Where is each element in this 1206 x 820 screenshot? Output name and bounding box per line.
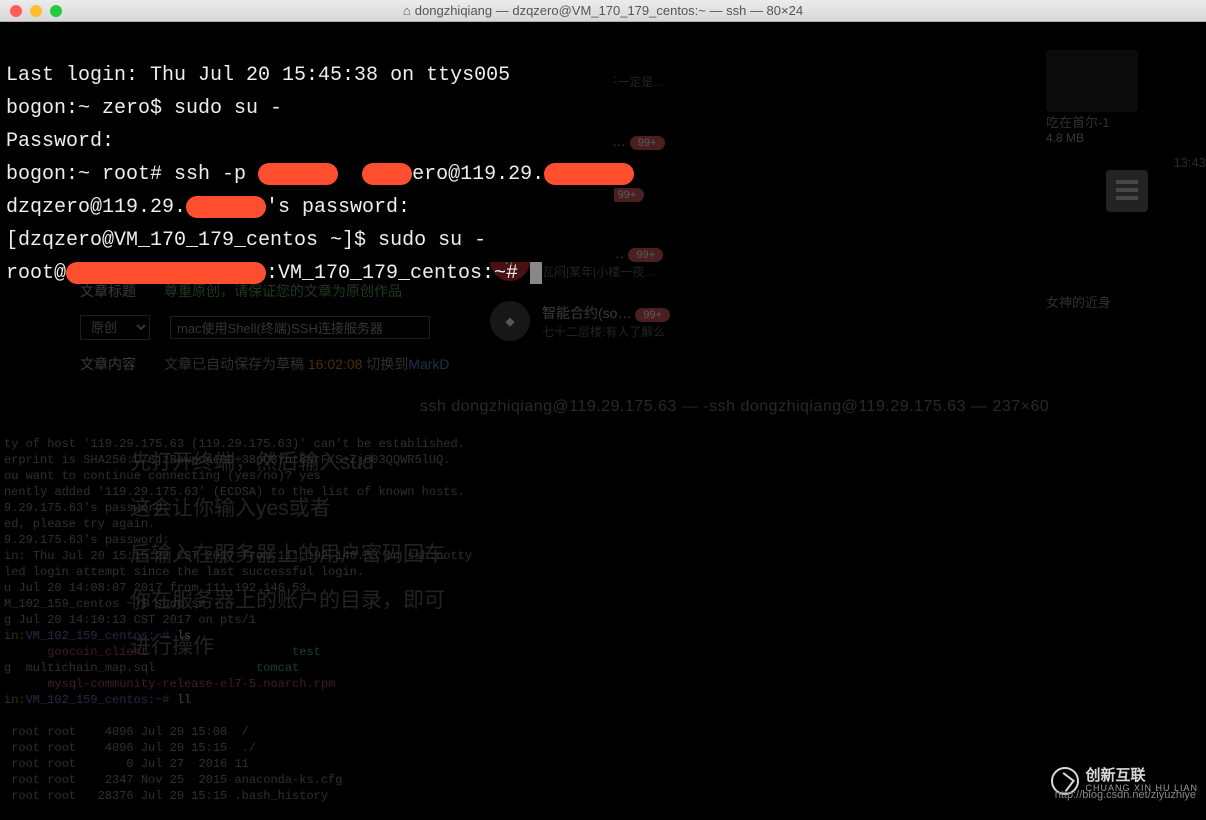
- home-icon: ⌂: [403, 3, 411, 18]
- terminal-line: dzqzero@119.29.'s password:: [6, 196, 410, 219]
- bg-terminal: ty of host '119.29.175.63 (119.29.175.63…: [0, 420, 680, 803]
- terminal-line: bogon:~ zero$ sudo su -: [6, 97, 282, 120]
- thumbnail[interactable]: [1046, 50, 1138, 112]
- list-item[interactable]: ◆ 智能合约(so… 99+七十二层楼:有人了解么: [490, 301, 820, 341]
- ssh-session-line: ssh dongzhiqiang@119.29.175.63 — -ssh do…: [420, 398, 1049, 416]
- redacted: [66, 262, 266, 284]
- terminal-line: root@:VM_170_179_centos:~#: [6, 262, 542, 285]
- content-label: 文章内容: [80, 354, 144, 374]
- url-watermark: http://blog.csdn.net/ziyuzhiye: [1055, 789, 1196, 801]
- redacted: [258, 163, 338, 185]
- hamburger-icon[interactable]: [1106, 170, 1148, 212]
- post-title-input[interactable]: [170, 316, 430, 339]
- window-title: ⌂dongzhiqiang — dzqzero@VM_170_179_cento…: [0, 3, 1206, 18]
- avatar: ◆: [490, 301, 530, 341]
- redacted: [186, 196, 266, 218]
- window-titlebar: ⌂dongzhiqiang — dzqzero@VM_170_179_cento…: [0, 0, 1206, 22]
- autosave-text: 文章已自动保存为草稿 16:02:08 切换到MarkD: [164, 354, 450, 374]
- cursor: [530, 262, 542, 284]
- terminal-line: Password:: [6, 130, 114, 153]
- redacted: [544, 163, 634, 185]
- terminal-line: Last login: Thu Jul 20 15:45:38 on ttys0…: [6, 64, 510, 87]
- main-terminal[interactable]: Last login: Thu Jul 20 15:45:38 on ttys0…: [0, 22, 614, 262]
- right-panel-bg: 吃在首尔-1 4.8 MB 13:43 女神的近身: [1046, 50, 1206, 400]
- post-type-select[interactable]: 原创: [80, 315, 150, 340]
- redacted: [362, 163, 412, 185]
- redacted: .: [532, 163, 544, 186]
- terminal-line: [dzqzero@VM_170_179_centos ~]$ sudo su -: [6, 229, 486, 252]
- terminal-line: bogon:~ root# ssh -p ero@119.29.: [6, 163, 634, 186]
